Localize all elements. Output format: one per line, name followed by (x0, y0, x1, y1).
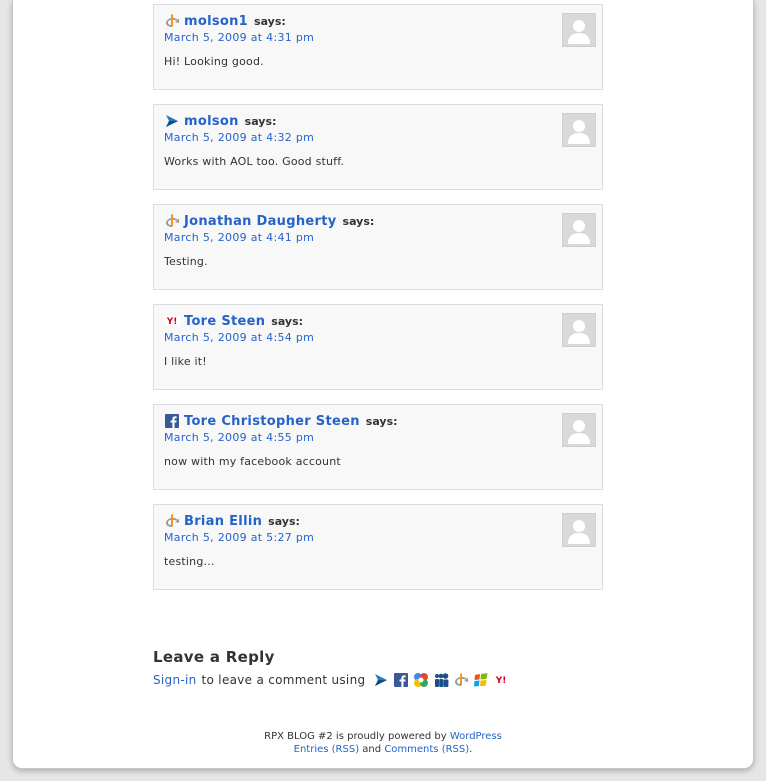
footer-powered-text: RPX BLOG #2 is proudly powered by (264, 731, 447, 742)
comment-date-link[interactable]: March 5, 2009 at 5:27 pm (164, 531, 314, 544)
facebook-icon[interactable] (393, 672, 409, 688)
avatar (562, 313, 596, 347)
comment-text: now with my facebook account (164, 455, 341, 468)
site-footer: RPX BLOG #2 is proudly powered by WordPr… (13, 730, 753, 756)
says-label: says: (365, 414, 398, 428)
page-container: molson1 says: March 5, 2009 at 4:31 pm H… (12, 0, 754, 769)
footer-period: . (469, 744, 473, 755)
myspace-icon[interactable] (433, 672, 449, 688)
comment-text: testing... (164, 555, 215, 568)
comments-rss-link[interactable]: Comments (RSS) (384, 744, 469, 755)
says-label: says: (268, 514, 300, 528)
comment-author-link[interactable]: molson1 (184, 14, 248, 29)
sign-in-link[interactable]: Sign-in (153, 673, 197, 687)
says-label: says: (342, 214, 375, 228)
says-label: says: (244, 114, 277, 128)
footer-and-text: and (362, 744, 382, 755)
comment-date-link[interactable]: March 5, 2009 at 4:41 pm (164, 231, 314, 244)
avatar (562, 213, 596, 247)
reply-instructions: to leave a comment using (201, 673, 366, 687)
comment: Jonathan Daugherty says: March 5, 2009 a… (153, 204, 603, 290)
openid-icon (164, 13, 180, 29)
aol-icon (164, 113, 180, 129)
comment-text: I like it! (164, 355, 207, 368)
comment-date-link[interactable]: March 5, 2009 at 4:32 pm (164, 131, 314, 144)
avatar (562, 513, 596, 547)
yahoo-icon: Y! (164, 313, 180, 329)
provider-icons: Y! (373, 672, 513, 688)
openid-icon (164, 513, 180, 529)
leave-reply-section: Leave a Reply Sign-in to leave a comment… (153, 648, 513, 688)
comment: Brian Ellin says: March 5, 2009 at 5:27 … (153, 504, 603, 590)
aol-icon[interactable] (373, 672, 389, 688)
says-label: says: (254, 14, 286, 28)
yahoo-icon[interactable]: Y! (493, 672, 510, 688)
entries-rss-link[interactable]: Entries (RSS) (294, 744, 359, 755)
svg-text:Y!: Y! (166, 317, 178, 327)
comment-author-link[interactable]: Jonathan Daugherty (184, 214, 337, 229)
says-label: says: (271, 314, 304, 328)
openid-icon[interactable] (453, 672, 469, 688)
comment-list: molson1 says: March 5, 2009 at 4:31 pm H… (153, 4, 603, 604)
avatar (562, 413, 596, 447)
comment-text: Hi! Looking good. (164, 55, 264, 68)
comment-author-link[interactable]: Brian Ellin (184, 514, 262, 529)
facebook-icon (164, 413, 180, 429)
comment-author-link[interactable]: Tore Christopher Steen (184, 414, 360, 429)
comment: molson says: March 5, 2009 at 4:32 pm Wo… (153, 104, 603, 190)
comment-text: Testing. (164, 255, 208, 268)
avatar (562, 113, 596, 147)
comment-text: Works with AOL too. Good stuff. (164, 155, 345, 168)
avatar (562, 13, 596, 47)
comment: Y! Tore Steen says: March 5, 2009 at 4:5… (153, 304, 603, 390)
comment-author-link[interactable]: molson (184, 114, 239, 129)
openid-icon (164, 213, 180, 229)
svg-text:Y!: Y! (495, 676, 507, 686)
google-icon[interactable] (413, 672, 429, 688)
wordpress-link[interactable]: WordPress (450, 731, 502, 742)
reply-title: Leave a Reply (153, 648, 275, 666)
windows-live-icon[interactable] (473, 672, 489, 688)
comment-date-link[interactable]: March 5, 2009 at 4:55 pm (164, 431, 314, 444)
comment: molson1 says: March 5, 2009 at 4:31 pm H… (153, 4, 603, 90)
comment: Tore Christopher Steen says: March 5, 20… (153, 404, 603, 490)
comment-date-link[interactable]: March 5, 2009 at 4:31 pm (164, 31, 314, 44)
comment-date-link[interactable]: March 5, 2009 at 4:54 pm (164, 331, 314, 344)
comment-author-link[interactable]: Tore Steen (184, 314, 265, 329)
